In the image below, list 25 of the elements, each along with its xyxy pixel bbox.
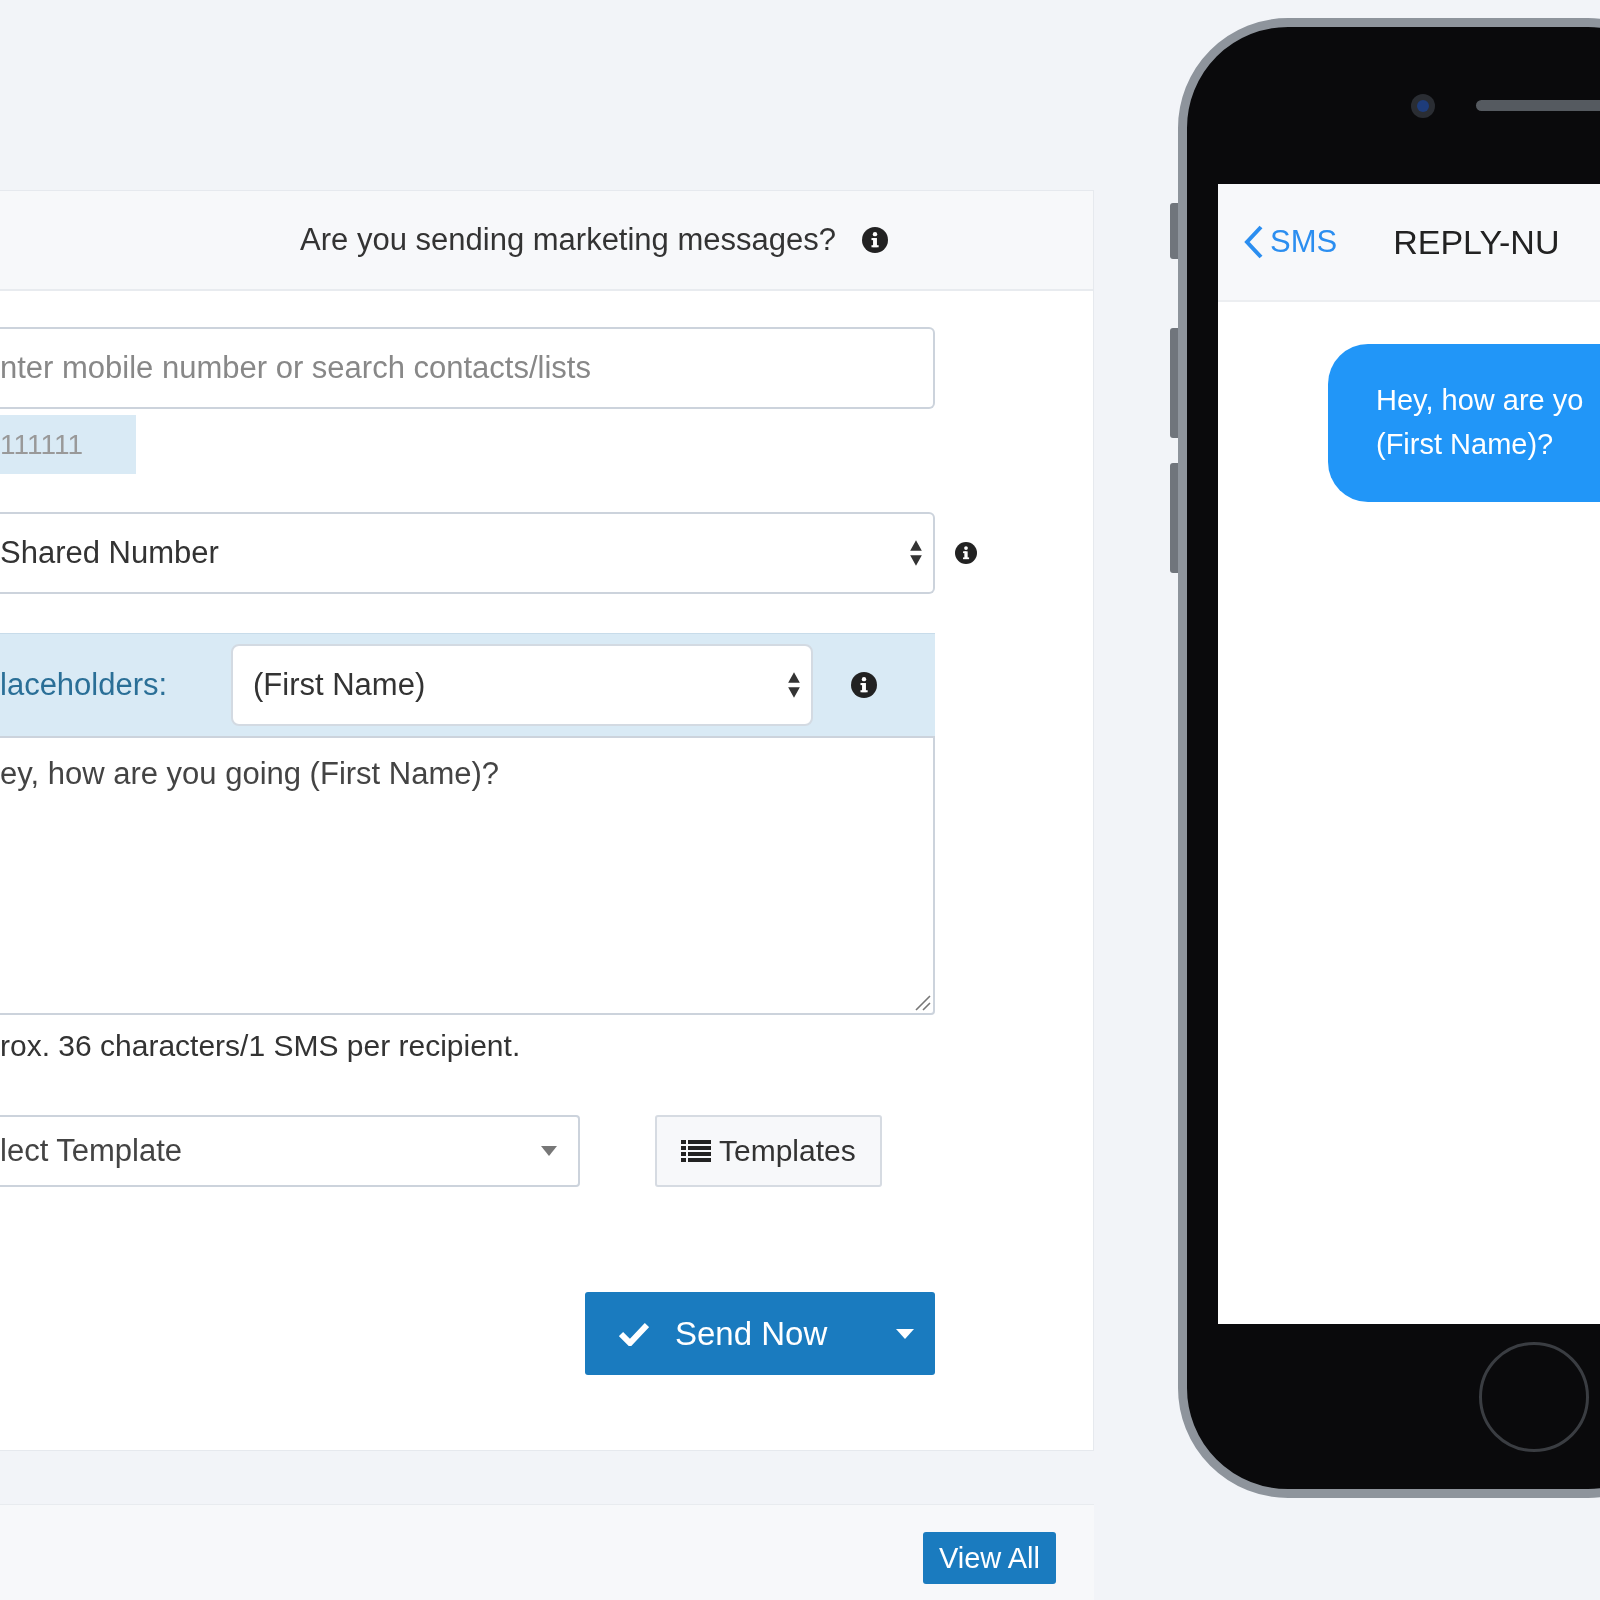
info-icon[interactable] bbox=[862, 227, 888, 253]
sender-select[interactable]: Shared Number bbox=[0, 512, 935, 594]
up-down-arrows-icon bbox=[909, 538, 923, 568]
list-icon bbox=[681, 1139, 711, 1163]
info-icon[interactable] bbox=[955, 542, 977, 564]
placeholder-select[interactable]: (First Name) bbox=[231, 644, 813, 726]
caret-icon bbox=[540, 1145, 558, 1157]
info-icon[interactable] bbox=[851, 672, 877, 698]
chevron-left-icon bbox=[1244, 225, 1264, 259]
character-count: rox. 36 characters/1 SMS per recipient. bbox=[0, 1029, 522, 1063]
message-text-area[interactable]: ey, how are you going (First Name)? bbox=[0, 736, 935, 1015]
placeholders-label: laceholders: bbox=[0, 667, 169, 703]
conversation-title: REPLY-NU bbox=[1393, 222, 1560, 262]
caret-icon bbox=[895, 1327, 915, 1340]
message-bubble: Hey, how are yo (First Name)? bbox=[1328, 344, 1600, 502]
marketing-question: Are you sending marketing messages? bbox=[300, 222, 836, 258]
up-down-arrows-icon bbox=[787, 670, 801, 700]
speaker-icon bbox=[1476, 100, 1600, 111]
camera-icon bbox=[1410, 92, 1436, 119]
templates-button[interactable]: Templates bbox=[655, 1115, 882, 1187]
recipient-input-field[interactable]: nter mobile number or search contacts/lists bbox=[0, 327, 935, 409]
template-select[interactable]: lect Template bbox=[0, 1115, 580, 1187]
check-icon bbox=[619, 1321, 649, 1346]
send-now-button[interactable]: Send Now bbox=[585, 1292, 935, 1375]
view-all-button[interactable]: View All bbox=[922, 1532, 1056, 1584]
